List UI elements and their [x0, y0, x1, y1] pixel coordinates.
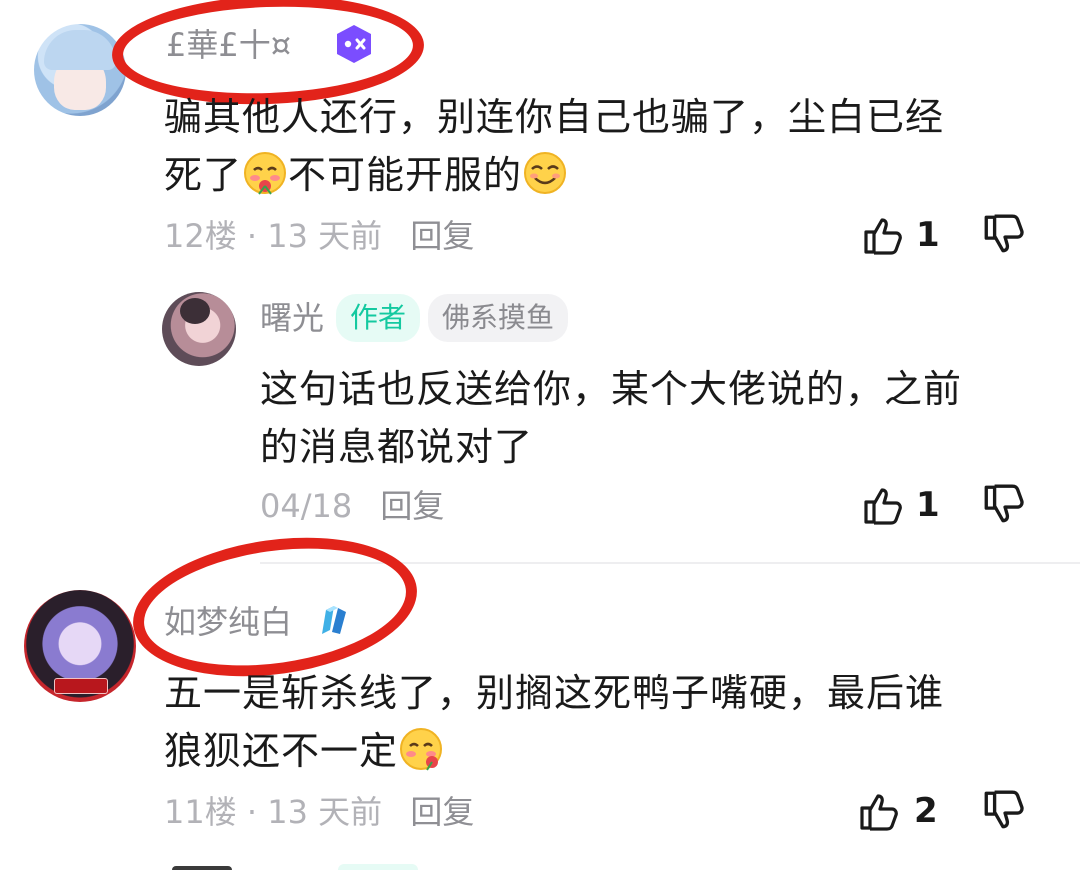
comment-content: 五一是斩杀线了，别搁这死鸭子嘴硬，最后谁 狼狈还不一定	[164, 664, 1044, 780]
dot-separator: ·	[246, 217, 258, 255]
thumbs-down-outline-icon	[980, 214, 1028, 264]
dislike-button[interactable]	[980, 786, 1028, 836]
like-count: 2	[914, 791, 938, 831]
reply-meta: 04/18 回复	[260, 484, 444, 528]
thumbs-up-outline-icon	[860, 482, 906, 528]
comment-line: 的消息都说对了	[260, 425, 534, 469]
dislike-button[interactable]	[980, 480, 1028, 530]
comment-line: 死了 不可能开服的	[164, 146, 1044, 204]
reply-content: 这句话也反送给你，某个大佬说的，之前 的消息都说对了	[260, 360, 1050, 476]
dot-separator: ·	[246, 793, 258, 831]
reply-button[interactable]: 回复	[410, 793, 474, 831]
thumbs-up-outline-icon	[860, 212, 906, 258]
reply-button[interactable]: 回复	[380, 487, 444, 525]
comment-line: 骗其他人还行，别连你自己也骗了，尘白已经	[164, 95, 945, 139]
floor-number: 12楼	[164, 217, 237, 255]
avatar[interactable]	[162, 292, 236, 366]
blushing-flower-emoji-icon	[398, 726, 444, 772]
comment-meta: 12楼 · 13 天前 回复	[164, 214, 474, 258]
user-tag: 佛系摸鱼	[428, 294, 569, 342]
like-count: 1	[916, 215, 940, 255]
comment-content: 骗其他人还行，别连你自己也骗了，尘白已经 死了 不可能开服的	[164, 88, 1044, 204]
avatar[interactable]	[34, 24, 126, 116]
like-count: 1	[916, 485, 940, 525]
thumbs-up-outline-icon	[856, 788, 902, 834]
thumbs-down-outline-icon	[980, 790, 1028, 840]
timestamp: 13 天前	[267, 793, 383, 831]
comment-text: 死了	[164, 153, 243, 197]
reply-date: 04/18	[260, 487, 353, 525]
comment-text: 不可能开服的	[288, 153, 523, 197]
dislike-button[interactable]	[980, 210, 1028, 260]
reply-username[interactable]: 曙光	[260, 294, 324, 342]
next-reply-badge-partial	[338, 864, 418, 870]
comment-text: 狼狈还不一定	[164, 729, 399, 773]
like-button[interactable]: 2	[856, 786, 938, 836]
comment-line: 五一是斩杀线了，别搁这死鸭子嘴硬，最后谁	[164, 671, 945, 715]
blushing-flower-emoji-icon	[242, 150, 288, 196]
comment-meta: 11楼 · 13 天前 回复	[164, 790, 474, 834]
next-reply-avatar-partial	[172, 866, 232, 870]
like-button[interactable]: 1	[860, 210, 940, 260]
like-button[interactable]: 1	[860, 480, 940, 530]
author-badge: 作者	[336, 294, 421, 342]
comment-line: 这句话也反送给你，某个大佬说的，之前	[260, 367, 963, 411]
avatar[interactable]	[24, 590, 136, 702]
timestamp: 13 天前	[267, 217, 383, 255]
thumbs-down-outline-icon	[980, 484, 1028, 534]
floor-number: 11楼	[164, 793, 237, 831]
comment-line: 狼狈还不一定	[164, 722, 1044, 780]
smiling-squint-emoji-icon	[522, 150, 568, 196]
reply-button[interactable]: 回复	[410, 217, 474, 255]
